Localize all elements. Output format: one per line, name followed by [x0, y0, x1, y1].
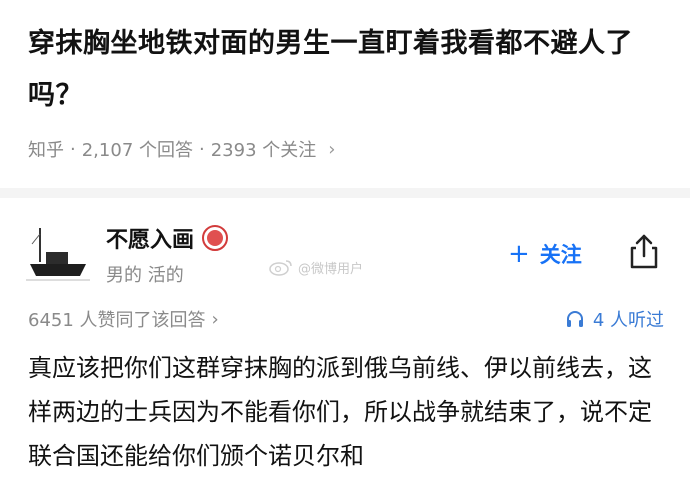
share-icon[interactable] — [624, 232, 664, 272]
source-label: 知乎 — [28, 140, 64, 161]
listen-text: 4 人听过 — [592, 310, 664, 331]
follow-label: 关注 — [539, 243, 582, 267]
badge-icon — [202, 225, 229, 251]
author-name[interactable]: 不愿入画 — [106, 222, 229, 254]
watermark-text: @微博用户 — [298, 261, 364, 277]
author-bio: 男的 活的 — [106, 265, 184, 286]
follow-button[interactable]: + 关注 — [508, 236, 582, 272]
chevron-right-icon: › — [328, 138, 336, 160]
meta-separator: · — [199, 138, 205, 160]
avatar[interactable] — [26, 222, 90, 286]
followers-count: 2393 个关注 — [210, 140, 317, 161]
watermark: @微博用户 — [268, 257, 363, 277]
question-title[interactable]: 穿抹胸坐地铁对面的男生一直盯着我看都不避人了吗？ — [28, 18, 668, 122]
weibo-logo-icon — [269, 260, 292, 276]
answers-count: 2,107 个回答 — [81, 140, 193, 161]
author-name-text: 不愿入画 — [106, 228, 195, 253]
section-divider — [0, 188, 690, 198]
question-meta[interactable]: 知乎 · 2,107 个回答 · 2393 个关注 › — [28, 136, 335, 162]
headphones-icon — [566, 311, 583, 327]
chevron-right-icon: › — [211, 308, 219, 330]
answer-body[interactable]: 真应该把你们这群穿抹胸的派到俄乌前线、伊以前线去，这样两边的士兵因为不能看你们，… — [28, 346, 664, 478]
vote-summary[interactable]: 6451 人赞同了该回答 › — [28, 306, 219, 332]
meta-separator: · — [70, 138, 76, 160]
listen-button[interactable]: 4 人听过 — [565, 306, 664, 332]
plus-icon: + — [508, 239, 530, 269]
votes-text: 6451 人赞同了该回答 — [28, 310, 206, 331]
